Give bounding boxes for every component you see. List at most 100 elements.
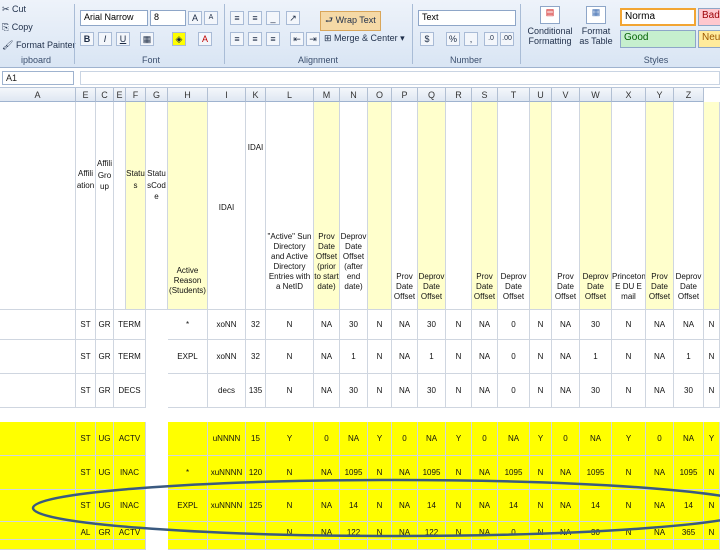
column-header[interactable]: Y xyxy=(646,88,674,102)
shrink-font-button[interactable]: A xyxy=(204,11,218,25)
table-cell[interactable]: TERM xyxy=(114,310,146,340)
table-cell[interactable]: 30 xyxy=(674,374,704,408)
format-as-table-button[interactable]: ▦ Format as Table xyxy=(578,6,614,52)
table-cell[interactable] xyxy=(168,374,208,408)
column-header[interactable]: O xyxy=(368,88,392,102)
column-header[interactable]: A xyxy=(0,88,76,102)
row-cell-a[interactable] xyxy=(0,374,76,408)
prov-offset2-header[interactable]: Prov Date Offset xyxy=(472,102,498,310)
table-cell[interactable]: NA xyxy=(392,310,418,340)
table-cell[interactable]: Y xyxy=(446,422,472,456)
table-cell[interactable]: ST xyxy=(76,310,96,340)
deprov-offset-header[interactable]: Deprov Date Offset xyxy=(418,102,446,310)
table-cell[interactable]: N xyxy=(704,310,720,340)
style-bad[interactable]: Bad xyxy=(698,8,720,26)
table-cell[interactable]: Y xyxy=(704,422,720,456)
comma-button[interactable]: , xyxy=(464,32,478,46)
table-cell[interactable]: NA xyxy=(418,422,446,456)
table-cell[interactable]: Y xyxy=(368,422,392,456)
copy-button[interactable]: ⎘ Copy xyxy=(2,22,33,33)
column-header[interactable]: U xyxy=(530,88,552,102)
underline-button[interactable]: U xyxy=(116,32,130,46)
column-header[interactable]: L xyxy=(266,88,314,102)
table-cell[interactable]: NA xyxy=(340,422,368,456)
align-bottom-icon[interactable]: _ xyxy=(266,11,280,25)
table-cell[interactable]: N xyxy=(266,374,314,408)
table-cell[interactable]: ACTV xyxy=(114,422,146,456)
column-header[interactable]: X xyxy=(612,88,646,102)
table-cell[interactable]: 15 xyxy=(246,422,266,456)
table-cell[interactable]: 1 xyxy=(340,340,368,374)
table-cell[interactable]: N xyxy=(704,340,720,374)
table-cell[interactable]: NA xyxy=(392,374,418,408)
column-header[interactable]: N xyxy=(340,88,368,102)
column-header[interactable]: I xyxy=(208,88,246,102)
public-header[interactable] xyxy=(446,102,472,310)
unix-header[interactable] xyxy=(530,102,552,310)
align-top-icon[interactable]: ≡ xyxy=(230,11,244,25)
table-cell[interactable]: N xyxy=(612,340,646,374)
table-cell[interactable]: decs xyxy=(208,374,246,408)
cell-a-header[interactable] xyxy=(0,102,76,310)
affil-group-header[interactable]: AffiliGroup xyxy=(96,102,114,310)
percent-button[interactable]: % xyxy=(446,32,460,46)
table-cell[interactable]: NA xyxy=(314,374,340,408)
table-cell[interactable]: N xyxy=(266,310,314,340)
table-cell[interactable]: 30 xyxy=(418,310,446,340)
table-cell[interactable]: NA xyxy=(580,422,612,456)
table-cell[interactable]: N xyxy=(446,340,472,374)
status-code-header[interactable]: StatusCode xyxy=(146,102,168,310)
deprov-offset3-header[interactable]: Deprov Date Offset xyxy=(580,102,612,310)
table-cell[interactable]: NA xyxy=(674,422,704,456)
table-cell[interactable]: Y xyxy=(266,422,314,456)
code-header[interactable]: IDAI xyxy=(208,102,246,310)
table-cell[interactable]: DECS xyxy=(114,374,146,408)
column-header[interactable]: M xyxy=(314,88,340,102)
font-size-box[interactable]: 8 xyxy=(150,10,186,26)
table-cell[interactable]: NA xyxy=(472,340,498,374)
table-cell[interactable]: N xyxy=(530,310,552,340)
table-cell[interactable]: ST xyxy=(76,340,96,374)
table-cell[interactable]: 0 xyxy=(498,310,530,340)
number-format-box[interactable]: Text xyxy=(418,10,516,26)
column-header[interactable]: G xyxy=(146,88,168,102)
decrease-indent-icon[interactable]: ⇤ xyxy=(290,32,304,46)
column-header[interactable]: F xyxy=(126,88,146,102)
deprov-offset4-header[interactable]: Deprov Date Offset xyxy=(674,102,704,310)
table-cell[interactable]: xoNN xyxy=(208,310,246,340)
table-cell[interactable]: GR xyxy=(96,340,114,374)
table-cell[interactable]: NA xyxy=(472,310,498,340)
column-header[interactable]: E xyxy=(76,88,96,102)
font-color-icon[interactable]: A xyxy=(198,32,212,46)
format-painter-button[interactable]: 🖌 Format Painter xyxy=(2,40,75,51)
row-cell-a[interactable] xyxy=(0,422,76,456)
table-cell[interactable]: ST xyxy=(76,422,96,456)
table-cell[interactable]: 30 xyxy=(340,374,368,408)
table-cell[interactable]: 0 xyxy=(314,422,340,456)
currency-button[interactable]: $ xyxy=(420,32,434,46)
z-header[interactable] xyxy=(704,102,720,310)
table-cell[interactable]: NA xyxy=(472,374,498,408)
increase-decimal-icon[interactable]: .0 xyxy=(484,32,498,46)
wrap-text-button[interactable]: ⮐ Wrap Text xyxy=(320,11,381,31)
narrow-header[interactable] xyxy=(114,102,126,310)
align-center-icon[interactable]: ≡ xyxy=(248,32,262,46)
cut-button[interactable]: ✂ Cut xyxy=(2,4,26,15)
table-cell[interactable]: 0 xyxy=(646,422,674,456)
bold-button[interactable]: B xyxy=(80,32,94,46)
align-left-icon[interactable]: ≡ xyxy=(230,32,244,46)
table-cell[interactable]: NA xyxy=(646,340,674,374)
column-header[interactable]: P xyxy=(392,88,418,102)
prov-offset3-header[interactable]: Prov Date Offset xyxy=(552,102,580,310)
table-cell[interactable]: NA xyxy=(674,310,704,340)
table-cell[interactable]: 30 xyxy=(580,374,612,408)
style-good[interactable]: Good xyxy=(620,30,696,48)
align-middle-icon[interactable]: ≡ xyxy=(248,11,262,25)
affiliation-header[interactable]: Affiliation xyxy=(76,102,96,310)
table-cell[interactable]: TERM xyxy=(114,340,146,374)
table-cell[interactable]: N xyxy=(368,340,392,374)
status-n-header[interactable] xyxy=(368,102,392,310)
table-cell[interactable]: UG xyxy=(96,422,114,456)
table-cell[interactable]: 1 xyxy=(674,340,704,374)
fill-color-icon[interactable]: ◈ xyxy=(172,32,186,46)
